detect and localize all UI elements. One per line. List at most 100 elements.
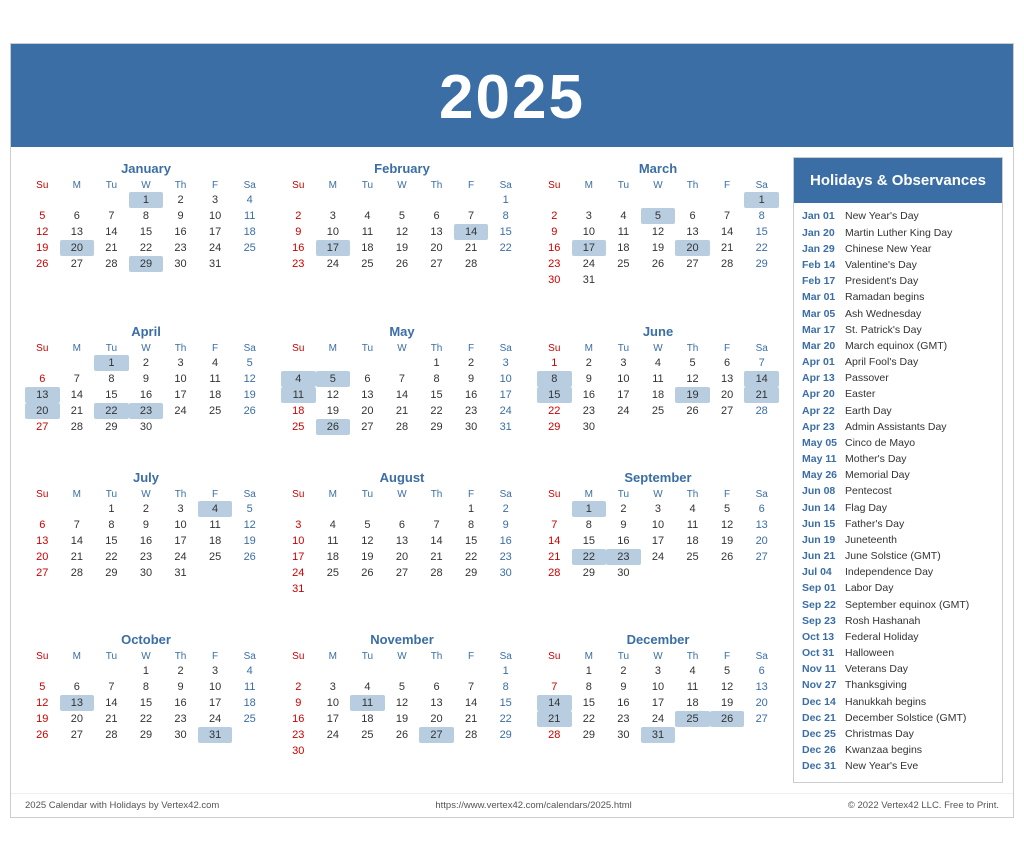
day-cell: 12 [641,224,676,240]
day-cell: 30 [488,565,523,581]
day-cell: 3 [281,517,316,533]
day-header: F [710,650,745,663]
day-cell [232,565,267,581]
day-cell: 22 [488,711,523,727]
holiday-name: Labor Day [845,581,893,595]
day-header: Sa [232,179,267,192]
day-header: M [60,342,95,355]
day-header: W [129,342,164,355]
holiday-date: Mar 20 [802,339,840,353]
day-cell [419,581,454,597]
day-cell: 24 [281,565,316,581]
day-cell: 2 [572,355,607,371]
holiday-item: Apr 01April Fool's Day [802,355,994,369]
day-cell: 1 [454,501,489,517]
day-cell: 24 [488,403,523,419]
day-cell: 8 [537,371,572,387]
day-cell: 17 [572,240,607,256]
day-header: Th [419,488,454,501]
day-cell: 7 [94,679,129,695]
day-cell [606,419,641,435]
day-cell: 21 [454,711,489,727]
day-header: Th [675,342,710,355]
day-cell: 5 [350,517,385,533]
day-cell: 26 [710,549,745,565]
day-cell: 2 [163,663,198,679]
holiday-name: September equinox (GMT) [845,598,969,612]
holiday-item: Jun 21June Solstice (GMT) [802,549,994,563]
day-cell: 22 [94,549,129,565]
day-cell: 7 [60,517,95,533]
day-cell: 25 [281,419,316,435]
day-cell: 9 [606,679,641,695]
holiday-date: Jan 20 [802,226,840,240]
day-cell: 19 [710,533,745,549]
day-cell: 11 [198,517,233,533]
day-cell: 8 [129,208,164,224]
holiday-date: Sep 22 [802,598,840,612]
day-cell [744,727,779,743]
day-cell: 23 [163,240,198,256]
holiday-item: Jun 14Flag Day [802,501,994,515]
holiday-item: Apr 22Earth Day [802,404,994,418]
day-cell [350,581,385,597]
day-cell [710,272,745,288]
day-cell: 6 [25,371,60,387]
day-cell: 21 [419,549,454,565]
day-cell [675,727,710,743]
day-cell: 22 [129,711,164,727]
day-cell: 6 [60,208,95,224]
day-cell: 3 [198,663,233,679]
day-cell: 13 [744,679,779,695]
main-content: JanuarySuMTuWThFSa1234567891011121314151… [11,147,1013,792]
day-cell: 24 [572,256,607,272]
day-cell: 7 [537,679,572,695]
day-cell: 12 [25,695,60,711]
day-cell: 18 [641,387,676,403]
day-cell: 23 [606,549,641,565]
month-block: AprilSuMTuWThFSa123456789101112131415161… [21,320,271,458]
day-cell: 20 [744,533,779,549]
day-header: Tu [94,488,129,501]
holiday-date: May 11 [802,452,840,466]
day-cell: 7 [454,208,489,224]
day-cell: 5 [385,679,420,695]
day-cell: 9 [129,371,164,387]
day-header: Su [25,650,60,663]
day-cell: 20 [744,695,779,711]
day-cell: 27 [25,565,60,581]
day-cell: 23 [163,711,198,727]
day-header: Su [281,179,316,192]
day-cell: 2 [281,208,316,224]
day-cell: 14 [94,224,129,240]
day-cell: 27 [419,727,454,743]
day-cell: 16 [281,711,316,727]
day-cell: 5 [675,355,710,371]
month-table: SuMTuWThFSa12345678910111213141516171819… [281,179,523,272]
day-cell: 15 [419,387,454,403]
day-cell: 31 [198,256,233,272]
day-cell: 28 [94,256,129,272]
day-cell: 29 [419,419,454,435]
holiday-name: New Year's Eve [845,759,918,773]
holiday-item: Dec 14Hanukkah begins [802,695,994,709]
day-cell: 6 [419,679,454,695]
day-cell: 6 [744,663,779,679]
month-title: February [281,161,523,176]
month-table: SuMTuWThFSa12345678910111213141516171819… [537,342,779,435]
calendar-grid: JanuarySuMTuWThFSa1234567891011121314151… [21,157,783,782]
day-cell: 24 [641,711,676,727]
day-cell: 13 [675,224,710,240]
day-cell: 20 [25,403,60,419]
day-cell: 3 [641,663,676,679]
month-table: SuMTuWThFSa12345678910111213141516171819… [25,650,267,743]
day-header: Tu [350,342,385,355]
day-cell: 27 [385,565,420,581]
day-header: Su [537,342,572,355]
day-cell [350,743,385,759]
day-cell: 5 [385,208,420,224]
day-cell: 9 [281,695,316,711]
day-cell: 4 [281,371,316,387]
day-header: M [572,650,607,663]
day-cell: 7 [94,208,129,224]
